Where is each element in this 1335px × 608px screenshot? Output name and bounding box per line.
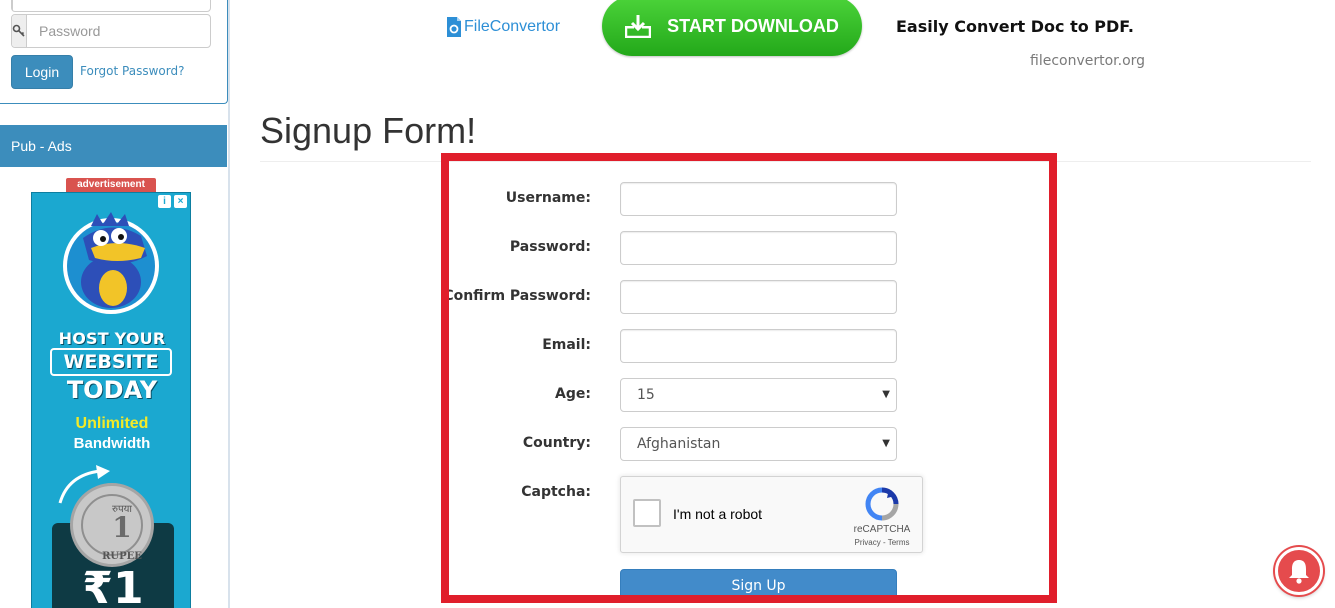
recaptcha-checkbox[interactable] [633,499,661,527]
download-label: START DOWNLOAD [667,15,839,36]
ad-feature-1: Unlimited [75,415,149,432]
notification-bell-button[interactable] [1275,547,1323,595]
fileconvertor-logo[interactable]: FileConvertor [446,16,560,38]
login-button[interactable]: Login [11,55,73,89]
ad-info-icon[interactable]: i [158,195,171,208]
ad-headline-3: TODAY [66,376,158,404]
username-input-group [11,0,218,12]
coin-number: 1 [112,511,132,544]
username-input[interactable] [620,182,897,216]
start-download-button[interactable]: START DOWNLOAD [602,0,862,56]
country-label: Country: [522,435,591,451]
rupee-coin-icon: रुपया 1 RUPEE [70,483,154,567]
key-icon [12,15,27,47]
title-divider [260,161,1311,162]
recaptcha-logo-icon [865,487,899,521]
coin-label: RUPEE [102,551,142,562]
country-dropdown-caret-icon: ▼ [882,438,890,449]
email-label: Email: [542,337,591,353]
captcha-label: Captcha: [521,484,591,500]
ad-headline-2: WEBSITE [50,348,172,376]
sign-up-button[interactable]: Sign Up [620,569,897,603]
logo-text: FileConvertor [464,18,561,35]
bell-icon [1289,560,1309,584]
ad-headline-1: HOST YOUR [58,329,166,348]
sidebar: Login Forgot Password? Pub - Ads adverti… [0,0,232,608]
ad-tagline[interactable]: Easily Convert Doc to PDF. [896,17,1134,36]
recaptcha-widget: I'm not a robot reCAPTCHA Privacy - Term… [620,476,923,553]
email-input[interactable] [620,329,897,363]
page-title: Signup Form! [260,110,477,151]
age-label: Age: [555,386,591,402]
recaptcha-brand: reCAPTCHA [853,524,911,535]
country-select[interactable]: Afghanistan ▼ [620,427,897,461]
age-select[interactable]: 15 ▼ [620,378,897,412]
confirm-password-label: Confirm Password: [443,288,591,304]
advertisement-badge: advertisement [66,178,156,192]
age-dropdown-caret-icon: ▼ [882,389,890,400]
recaptcha-terms-link[interactable]: Privacy - Terms [847,538,917,547]
password-label: Password: [509,239,591,255]
username-label: Username: [505,190,591,206]
ad-feature-2: Bandwidth [73,435,151,452]
login-panel: Login Forgot Password? [0,0,232,104]
ad-price: ₹1 [82,563,144,608]
hosting-ad-banner[interactable]: i × HOST YOUR WEBSITE TODAY Unlimited Ba… [31,192,191,608]
gator-mascot-icon [63,212,159,314]
recaptcha-label: I'm not a robot [673,506,763,522]
download-icon [625,15,652,38]
pub-ads-header: Pub - Ads [0,125,227,167]
confirm-password-input[interactable] [620,280,897,314]
ad-close-icon[interactable]: × [174,195,187,208]
age-selected-value: 15 [637,387,655,403]
country-selected-value: Afghanistan [637,436,721,452]
password-input-group [11,14,232,48]
ad-domain[interactable]: fileconvertor.org [1030,53,1145,69]
sidebar-username-input[interactable] [13,0,218,11]
file-logo-icon [447,17,461,37]
ad-choices[interactable]: i × [158,195,187,208]
sidebar-password-input[interactable] [27,15,232,47]
forgot-password-link[interactable]: Forgot Password? [80,64,184,78]
password-input[interactable] [620,231,897,265]
